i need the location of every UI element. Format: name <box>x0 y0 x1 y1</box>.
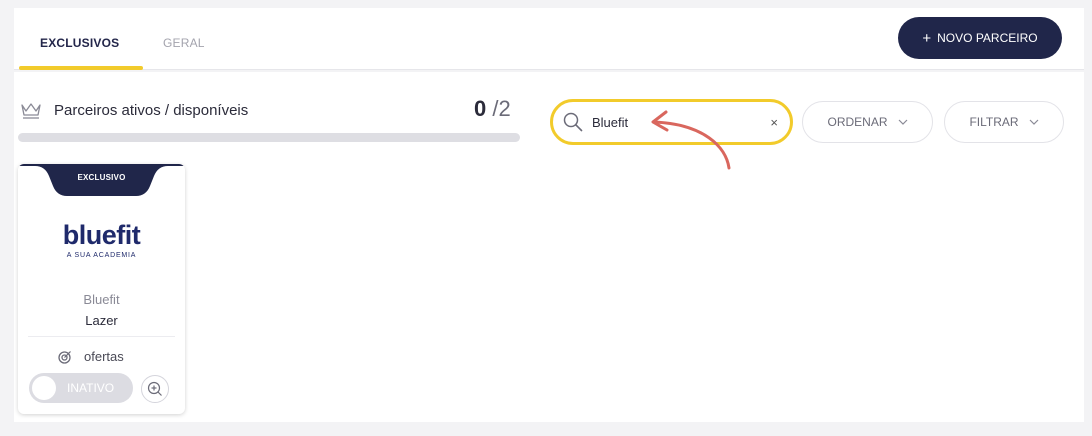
plus-icon: + <box>922 29 932 47</box>
exclusive-badge: EXCLUSIVO <box>77 173 126 182</box>
offers-row[interactable]: ofertas <box>58 349 124 364</box>
target-icon <box>58 350 71 364</box>
chevron-down-icon <box>898 119 907 125</box>
partners-progress-bar <box>18 133 520 142</box>
partner-card[interactable]: EXCLUSIVO bluefit A SUA ACADEMIA Bluefit… <box>18 164 185 414</box>
sort-button[interactable]: ORDENAR <box>802 101 933 143</box>
search-input[interactable] <box>592 114 752 130</box>
filter-button[interactable]: FILTRAR <box>944 101 1064 143</box>
active-count: 0 <box>474 96 487 121</box>
logo-tagline: A SUA ACADEMIA <box>66 252 137 259</box>
sort-label: ORDENAR <box>827 115 888 129</box>
section-header: Parceiros ativos / disponíveis <box>20 101 248 119</box>
search-icon <box>563 112 583 132</box>
partner-logo: bluefit A SUA ACADEMIA <box>18 220 185 260</box>
logo-wordmark: bluefit <box>62 220 141 250</box>
status-toggle[interactable]: INATIVO <box>29 373 133 403</box>
tab-bar: EXCLUSIVOS GERAL + NOVO PARCEIRO <box>14 8 1084 70</box>
new-partner-label: NOVO PARCEIRO <box>937 31 1038 45</box>
toggle-knob <box>32 376 56 400</box>
active-tab-indicator <box>19 66 143 70</box>
add-offer-button[interactable] <box>141 375 169 403</box>
close-icon[interactable]: × <box>770 115 778 130</box>
status-label: INATIVO <box>67 381 115 395</box>
search-box: × <box>550 99 793 145</box>
partner-name: Bluefit <box>83 292 120 307</box>
partners-panel: Parceiros ativos / disponíveis 0 /2 × OR… <box>14 72 1084 422</box>
page-root: EXCLUSIVOS GERAL + NOVO PARCEIRO Parceir… <box>0 0 1092 436</box>
offers-label: ofertas <box>84 349 124 364</box>
tab-exclusivos[interactable]: EXCLUSIVOS <box>40 36 119 50</box>
partner-category: Lazer <box>85 313 118 328</box>
add-offer-icon <box>147 381 162 396</box>
card-divider <box>28 336 175 337</box>
partners-counter: 0 /2 <box>474 96 511 122</box>
tab-geral[interactable]: GERAL <box>163 36 205 50</box>
crown-icon <box>21 103 41 119</box>
new-partner-button[interactable]: + NOVO PARCEIRO <box>898 17 1062 59</box>
chevron-down-icon <box>1029 119 1038 125</box>
filter-label: FILTRAR <box>969 115 1019 129</box>
available-total: /2 <box>492 96 511 121</box>
section-title: Parceiros ativos / disponíveis <box>54 101 249 119</box>
